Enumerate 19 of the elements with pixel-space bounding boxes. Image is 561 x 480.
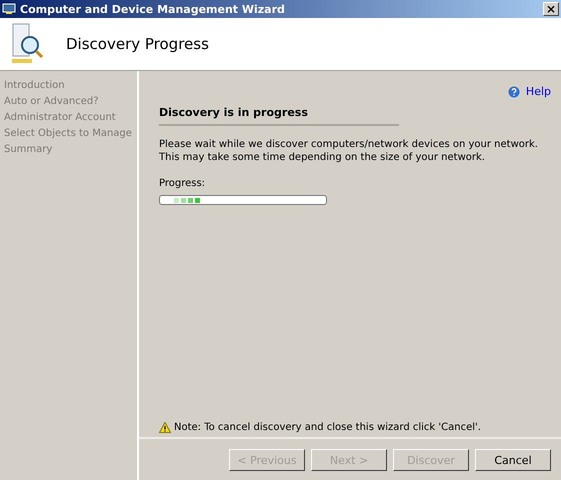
section-title: Discovery is in progress <box>159 106 399 126</box>
progress-label: Progress: <box>159 178 206 189</box>
close-button[interactable]: × <box>543 2 559 16</box>
wizard-button[interactable]: Cancel <box>475 449 551 471</box>
wizard-step: Administrator Account <box>0 112 137 123</box>
help-link[interactable]: Help <box>508 85 551 98</box>
window-title: Computer and Device Management Wizard <box>20 2 286 16</box>
magnifier-server-icon <box>10 23 44 65</box>
wizard-step: Summary <box>0 144 137 155</box>
wizard-step: Auto or Advanced? <box>0 96 137 107</box>
marquee-blocks-icon <box>174 198 202 202</box>
wizard-step: Select Objects to Manage <box>0 128 137 139</box>
wizard-icon <box>2 3 16 15</box>
help-icon <box>508 86 520 98</box>
wizard-step: Introduction <box>0 80 137 91</box>
warning-icon <box>159 422 171 433</box>
note-text: Note: To cancel discovery and close this wizard click 'Cancel'. <box>174 422 481 433</box>
page-title: Discovery Progress <box>66 35 209 53</box>
description-text: Please wait while we discover computers/network devices on your network. This may take some time depending on the size of your network. <box>159 138 539 164</box>
